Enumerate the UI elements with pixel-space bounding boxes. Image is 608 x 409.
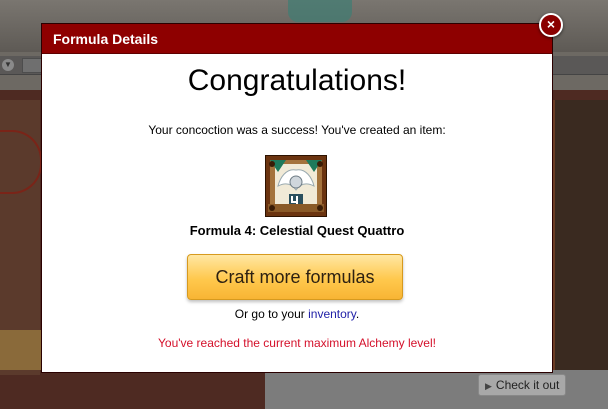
check-it-out-button[interactable]: ▶ Check it out (478, 374, 567, 396)
formula-details-dialog: Formula Details Congratulations! Your co… (42, 24, 552, 372)
success-message: Your concoction was a success! You've cr… (148, 123, 446, 137)
dialog-title: Formula Details (53, 31, 159, 47)
dialog-header: Formula Details (42, 24, 552, 54)
inventory-prompt: Or go to your inventory. (42, 307, 552, 321)
craft-more-formulas-button[interactable]: Craft more formulas (187, 254, 403, 300)
created-item-name: Formula 4: Celestial Quest Quattro (189, 223, 405, 238)
dropdown-icon[interactable]: ▼ (2, 59, 14, 71)
check-it-out-label: Check it out (495, 378, 560, 392)
congratulations-heading: Congratulations! (187, 64, 407, 97)
background-ornament (288, 0, 352, 22)
alchemy-level-warning: You've reached the current maximum Alche… (158, 336, 436, 350)
formula-scroll-icon (265, 155, 327, 217)
background-button[interactable] (0, 330, 42, 370)
close-icon: × (546, 16, 556, 32)
play-icon: ▶ (485, 381, 492, 391)
goto-suffix: . (355, 307, 360, 321)
goto-prefix: Or go to your (234, 307, 305, 321)
background-right-panel (552, 100, 608, 370)
inventory-link[interactable]: inventory (308, 307, 356, 321)
close-button[interactable]: × (539, 13, 563, 37)
